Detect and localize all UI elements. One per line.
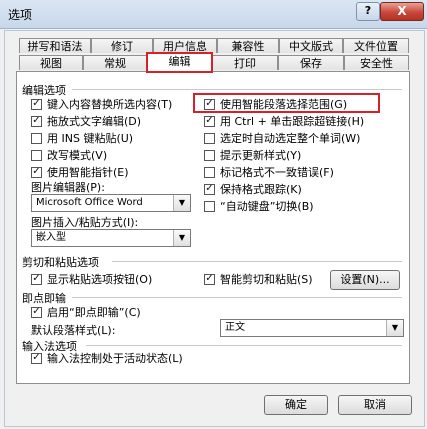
checkbox-label: 提示更新样式(Y) <box>220 149 302 162</box>
checkbox-box[interactable] <box>204 166 215 178</box>
checkbox-smart-cut-paste[interactable]: 智能剪切和粘贴(S) <box>204 272 313 286</box>
checkbox-label: 使用智能指针(E) <box>47 166 129 179</box>
insert-paste-label: 图片插入/粘贴方式(I): <box>31 216 139 229</box>
insert-paste-value: 嵌入型 <box>36 232 66 243</box>
checkbox-auto-keyboard[interactable]: “自动键盘”切换(B) <box>204 199 314 213</box>
checkbox-box[interactable] <box>204 273 215 285</box>
picture-editor-value: Microsoft Office Word <box>36 197 143 208</box>
checkbox-label: 输入法控制处于活动状态(L) <box>47 352 183 365</box>
picture-editor-select[interactable]: Microsoft Office Word ▼ <box>31 194 191 212</box>
checkbox-box[interactable] <box>31 149 42 161</box>
picture-editor-label: 图片编辑器(P): <box>31 181 105 194</box>
checkbox-ctrl-click-link[interactable]: 用 Ctrl + 单击跟踪超链接(H) <box>204 114 364 128</box>
checkbox-ime-control[interactable]: 输入法控制处于活动状态(L) <box>31 351 183 365</box>
tab-spelling-grammar[interactable]: 拼写和语法 <box>19 38 91 53</box>
checkbox-typing-replaces[interactable]: 键入内容替换所选内容(T) <box>31 97 172 111</box>
divider <box>112 261 402 262</box>
chevron-down-icon[interactable]: ▼ <box>386 320 403 336</box>
checkbox-label: 选定时自动选定整个单词(W) <box>220 132 361 145</box>
tab-view[interactable]: 视图 <box>19 55 83 70</box>
window-title: 选项 <box>8 8 33 22</box>
divider <box>72 297 402 298</box>
checkbox-box[interactable] <box>31 352 42 364</box>
divider <box>72 89 402 90</box>
checkbox-smart-cursor[interactable]: 使用智能指针(E) <box>31 165 129 179</box>
checkbox-box[interactable] <box>31 166 42 178</box>
checkbox-label: 用 Ctrl + 单击跟踪超链接(H) <box>220 115 365 128</box>
checkbox-box[interactable] <box>31 306 42 318</box>
tab-user-info[interactable]: 用户信息 <box>153 38 217 53</box>
checkbox-prompt-update-style[interactable]: 提示更新样式(Y) <box>204 148 301 162</box>
chevron-down-icon[interactable]: ▼ <box>173 230 190 246</box>
checkbox-label: 标记格式不一致错误(F) <box>220 166 334 179</box>
settings-button[interactable]: 设置(N)... <box>330 270 400 290</box>
checkbox-box[interactable] <box>31 132 42 144</box>
tab-security[interactable]: 安全性 <box>344 55 409 70</box>
tab-revisions[interactable]: 修订 <box>91 38 153 53</box>
checkbox-ins-paste[interactable]: 用 INS 键粘贴(U) <box>31 131 133 145</box>
tab-compatibility[interactable]: 兼容性 <box>217 38 279 53</box>
checkbox-box[interactable] <box>31 273 42 285</box>
checkbox-label: 智能剪切和粘贴(S) <box>220 273 313 286</box>
tab-general[interactable]: 常规 <box>83 55 147 70</box>
checkbox-box[interactable] <box>204 115 215 127</box>
checkbox-box[interactable] <box>31 115 42 127</box>
checkbox-label: 改写模式(V) <box>47 149 108 162</box>
checkbox-keep-format-tracking[interactable]: 保持格式跟踪(K) <box>204 182 302 196</box>
checkbox-box[interactable] <box>204 132 215 144</box>
insert-paste-select[interactable]: 嵌入型 ▼ <box>31 229 191 247</box>
checkbox-label: 启用“即点即输”(C) <box>47 306 141 319</box>
divider <box>86 345 402 346</box>
checkbox-box[interactable] <box>204 183 215 195</box>
checkbox-overtype[interactable]: 改写模式(V) <box>31 148 107 162</box>
default-style-label: 默认段落样式(L): <box>31 324 116 337</box>
checkbox-label: “自动键盘”切换(B) <box>220 200 314 213</box>
title-bar: 选项 ? X <box>0 0 427 29</box>
ok-button[interactable]: 确定 <box>264 395 328 415</box>
close-button[interactable]: X <box>380 2 424 21</box>
checkbox-enable-click-type[interactable]: 启用“即点即输”(C) <box>31 305 141 319</box>
checkbox-box[interactable] <box>31 98 42 110</box>
checkbox-drag-drop[interactable]: 拖放式文字编辑(D) <box>31 114 141 128</box>
checkbox-select-whole-word[interactable]: 选定时自动选定整个单词(W) <box>204 131 360 145</box>
smart-paragraph-highlight <box>193 93 380 113</box>
checkbox-label: 用 INS 键粘贴(U) <box>47 132 134 145</box>
help-button[interactable]: ? <box>356 2 380 21</box>
edit-tab-highlight <box>146 52 213 73</box>
checkbox-mark-inconsistency[interactable]: 标记格式不一致错误(F) <box>204 165 334 179</box>
checkbox-label: 显示粘贴选项按钮(O) <box>47 273 153 286</box>
checkbox-show-paste-buttons[interactable]: 显示粘贴选项按钮(O) <box>31 272 152 286</box>
tab-save[interactable]: 保存 <box>278 55 344 70</box>
tab-print[interactable]: 打印 <box>212 55 278 70</box>
checkbox-label: 拖放式文字编辑(D) <box>47 115 142 128</box>
checkbox-box[interactable] <box>204 149 215 161</box>
checkbox-box[interactable] <box>204 200 215 212</box>
tab-asian-typography[interactable]: 中文版式 <box>279 38 343 53</box>
checkbox-label: 键入内容替换所选内容(T) <box>47 98 173 111</box>
cut-paste-title: 剪切和粘贴选项 <box>22 256 99 269</box>
checkbox-label: 保持格式跟踪(K) <box>220 183 302 196</box>
default-style-value: 正文 <box>225 322 245 333</box>
cancel-button[interactable]: 取消 <box>338 395 412 415</box>
default-style-select[interactable]: 正文 ▼ <box>220 319 404 337</box>
tab-file-locations[interactable]: 文件位置 <box>343 38 409 53</box>
chevron-down-icon[interactable]: ▼ <box>173 195 190 211</box>
